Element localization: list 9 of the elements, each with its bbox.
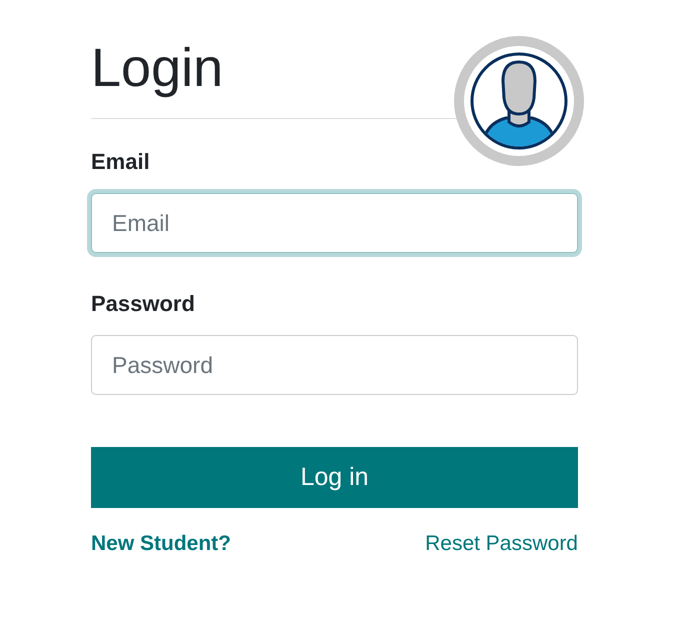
avatar-icon xyxy=(454,36,584,166)
link[interactable]: Reset Password xyxy=(425,532,578,556)
input-field[interactable]: Email xyxy=(91,193,578,253)
login-button[interactable]: Log in xyxy=(91,447,578,508)
page-title: Login xyxy=(91,37,224,100)
field-label: Email xyxy=(91,149,151,175)
input-field[interactable]: Password xyxy=(91,335,578,395)
field-label: Password xyxy=(91,291,196,317)
link[interactable]: New Student? xyxy=(91,532,231,556)
